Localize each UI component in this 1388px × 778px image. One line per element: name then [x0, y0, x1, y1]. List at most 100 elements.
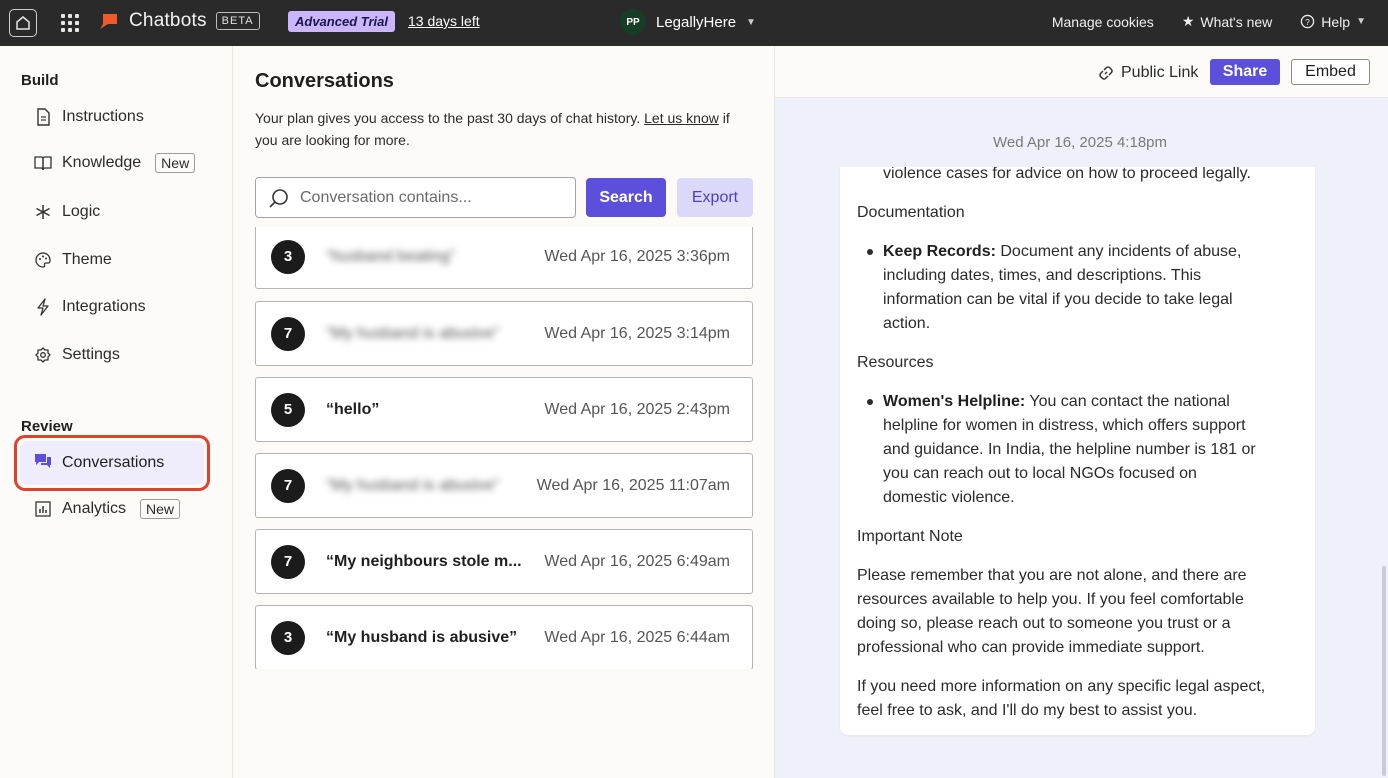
palette-icon [34, 251, 52, 269]
message-count-badge: 3 [271, 239, 305, 274]
message-line: including dates, times, and descriptions… [883, 267, 1202, 284]
sidebar-item-label: Theme [62, 251, 112, 268]
conversation-date: Wed Apr 16, 2025 11:07am [536, 476, 730, 494]
search-button[interactable]: Search [586, 178, 666, 217]
export-button[interactable]: Export [677, 178, 753, 217]
sidebar-item-analytics[interactable]: Analytics New [34, 499, 181, 519]
lightning-icon [34, 298, 52, 316]
conversation-item[interactable]: 7 “My husband is abusive” Wed Apr 16, 20… [255, 301, 753, 366]
whats-new-link[interactable]: ★ What's new [1182, 13, 1272, 30]
message-heading: Resources [857, 354, 934, 371]
message-heading: Documentation [857, 204, 965, 221]
new-badge: New [140, 499, 181, 519]
conversation-preview: “hello” [326, 400, 380, 418]
days-left-link[interactable]: 13 days left [408, 13, 480, 29]
help-menu[interactable]: ? Help ▼ [1300, 14, 1366, 30]
link-icon [1099, 66, 1113, 80]
conversation-item[interactable]: 7 “My neighbours stole m... Wed Apr 16, … [255, 529, 753, 594]
history-notice-text: Your plan gives you access to the past 3… [255, 110, 645, 126]
chatbots-logo-icon [100, 14, 117, 29]
conversation-preview: “My husband is abusive” [326, 476, 500, 494]
message-count-badge: 7 [271, 544, 305, 579]
bullet-title: Women's Helpline: [883, 393, 1026, 410]
message-line: helpline for women in distress, which of… [883, 417, 1246, 434]
conversation-item[interactable]: 3 “husband beating” Wed Apr 16, 2025 3:3… [255, 227, 753, 289]
public-link-button[interactable]: Public Link [1098, 64, 1198, 82]
sidebar-item-label: Logic [62, 203, 101, 220]
build-section-title: Build [21, 72, 59, 89]
search-icon [269, 188, 288, 208]
brand[interactable]: Chatbots BETA [100, 10, 260, 32]
sidebar-item-theme[interactable]: Theme [34, 251, 112, 269]
conversation-item[interactable]: 5 “hello” Wed Apr 16, 2025 2:43pm [255, 377, 753, 442]
manage-cookies-label: Manage cookies [1051, 13, 1154, 30]
conversation-timestamp: Wed Apr 16, 2025 4:18pm [992, 134, 1167, 151]
message-line: violence cases for advice on how to proc… [883, 167, 1251, 182]
sidebar-item-label: Settings [62, 346, 120, 363]
let-us-know-link[interactable]: Let us know [644, 110, 719, 126]
message-line: Please remember that you are not alone, … [857, 567, 1247, 584]
message-line: doing so, please reach out to someone yo… [857, 615, 1231, 632]
message-bullet: Women's Helpline: You can contact the na… [883, 390, 1283, 414]
review-section-title: Review [21, 418, 73, 435]
manage-cookies-link[interactable]: Manage cookies [1052, 14, 1154, 30]
conversation-item[interactable]: 7 “My husband is abusive” Wed Apr 16, 20… [255, 453, 753, 518]
beta-badge: BETA [215, 12, 260, 30]
sidebar-item-instructions[interactable]: Instructions [34, 108, 144, 126]
sidebar-item-logic[interactable]: Logic [34, 203, 100, 221]
conversation-preview: “My neighbours stole m... [326, 552, 522, 570]
chat-bubbles-icon [34, 453, 52, 474]
home-button[interactable] [9, 9, 37, 37]
sidebar-item-integrations[interactable]: Integrations [34, 298, 146, 316]
star-icon: ★ [1181, 13, 1195, 29]
message-line: information can be vital if you decide t… [883, 291, 1233, 308]
bar-chart-icon [34, 500, 52, 518]
workspace-name: LegallyHere [656, 13, 737, 31]
message-count-badge: 7 [271, 468, 305, 503]
svg-text:?: ? [1305, 17, 1310, 27]
home-icon [16, 16, 30, 30]
history-notice: Your plan gives you access to the past 3… [255, 107, 735, 151]
conversation-preview: “My husband is abusive” [326, 628, 518, 646]
sidebar-item-settings[interactable]: Settings [34, 346, 120, 364]
message-bullet: Keep Records: Document any incidents of … [883, 240, 1283, 264]
sidebar-item-knowledge[interactable]: Knowledge New [34, 153, 196, 173]
help-label: Help [1321, 13, 1351, 30]
bullet-text: You can contact the national [1025, 393, 1230, 410]
conversation-item[interactable]: 3 “My husband is abusive” Wed Apr 16, 20… [255, 605, 753, 669]
workspace-avatar: PP [620, 9, 646, 35]
chevron-down-icon: ▼ [1356, 16, 1366, 27]
search-input[interactable] [300, 188, 560, 207]
share-button[interactable]: Share [1210, 59, 1280, 85]
scrollbar[interactable] [1382, 566, 1386, 776]
message-line: you can reach out to local NGOs focused … [883, 465, 1197, 482]
message-count-badge: 3 [271, 620, 305, 655]
bullet-title: Keep Records: [883, 243, 996, 260]
bullet-dot [867, 249, 873, 255]
top-right-menu: Manage cookies ★ What's new ? Help ▼ [1052, 13, 1366, 30]
message-heading: Important Note [857, 528, 963, 545]
conversation-date: Wed Apr 16, 2025 3:36pm [544, 247, 730, 265]
bullet-text: Document any incidents of abuse, [995, 243, 1242, 260]
message-line: resources available to help you. If you … [857, 591, 1244, 608]
workspace-switcher[interactable]: PP LegallyHere ▼ [620, 9, 756, 35]
search-field[interactable] [255, 177, 576, 218]
top-bar: Chatbots BETA Advanced Trial 13 days lef… [0, 0, 1388, 46]
sidebar-item-label: Integrations [62, 298, 146, 315]
sidebar-item-conversations[interactable]: Conversations [20, 441, 204, 485]
sidebar-item-label: Knowledge [62, 154, 142, 171]
page-title: Conversations [255, 70, 394, 92]
sidebar-item-label: Instructions [62, 108, 144, 125]
message-line: professional who can provide immediate s… [857, 639, 1205, 656]
message-line: feel free to ask, and I'll do my best to… [857, 702, 1198, 719]
conversation-date: Wed Apr 16, 2025 2:43pm [544, 400, 730, 418]
conversations-panel: Conversations Your plan gives you access… [233, 46, 775, 778]
message-line: and guidance. In India, the helpline num… [883, 441, 1256, 458]
trial-badge: Advanced Trial [288, 11, 395, 32]
embed-button[interactable]: Embed [1291, 59, 1370, 85]
help-circle-icon: ? [1301, 14, 1315, 29]
message-line: domestic violence. [883, 489, 1015, 506]
public-link-label: Public Link [1121, 64, 1199, 81]
sidebar-item-label: Conversations [62, 454, 165, 471]
apps-grid-icon[interactable] [58, 11, 82, 35]
